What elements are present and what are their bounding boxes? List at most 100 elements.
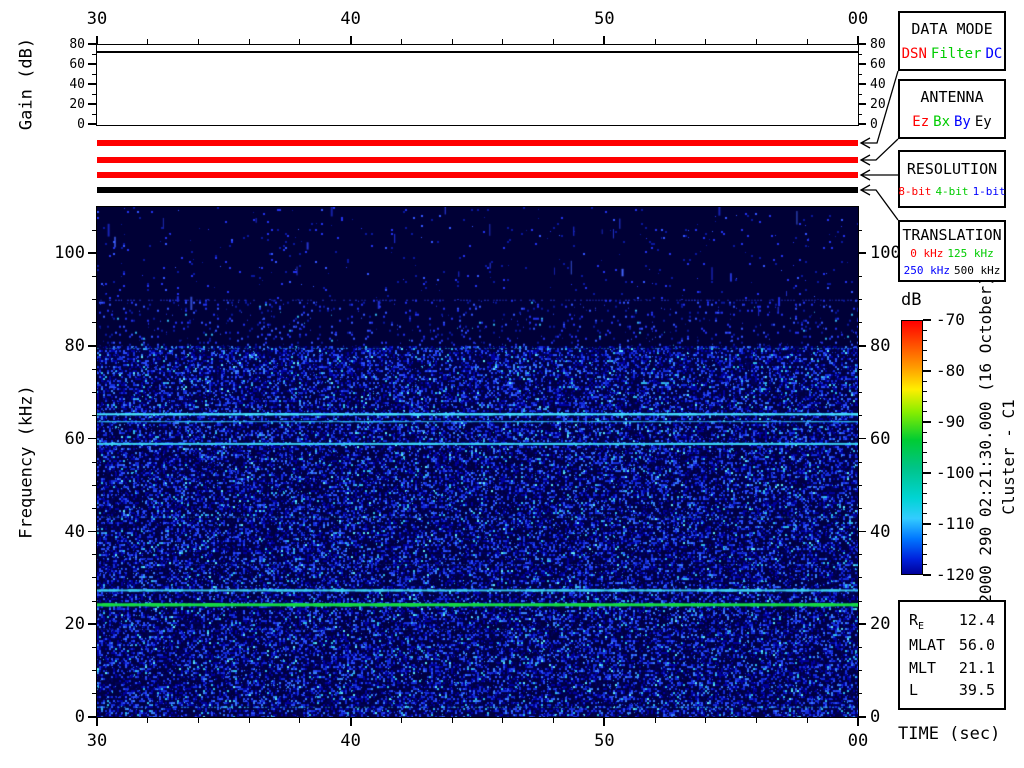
gain-left-major-tick bbox=[88, 123, 96, 125]
mode-option-ey: Ey bbox=[974, 113, 992, 130]
top-axis-minor-tick bbox=[553, 39, 555, 44]
gain-left-major-tick bbox=[88, 83, 96, 85]
gain-right-major-tick bbox=[858, 63, 866, 65]
freq-left-minor-tick bbox=[92, 391, 96, 393]
gain-right-minor-tick bbox=[858, 73, 862, 75]
gain-right-minor-tick bbox=[858, 53, 862, 55]
gain-left-tick-label: 20 bbox=[69, 97, 85, 112]
gain-left-major-tick bbox=[88, 43, 96, 45]
top-axis-minor-tick bbox=[248, 39, 250, 44]
mode-box-title: TRANSLATION bbox=[902, 225, 1002, 244]
colorbar-major-tick bbox=[923, 421, 931, 423]
mode-option-500-khz: 500 kHz bbox=[954, 263, 1001, 277]
freq-right-major-tick bbox=[858, 716, 866, 718]
top-axis-minor-tick bbox=[147, 39, 149, 44]
freq-right-minor-tick bbox=[858, 229, 862, 231]
mode-option-bx: Bx bbox=[933, 113, 950, 130]
ephemeris-label: MLT bbox=[909, 658, 937, 677]
mode-box-resolution: RESOLUTION 8-bit 4-bit 1-bit bbox=[898, 150, 1006, 208]
freq-right-minor-tick bbox=[858, 391, 862, 393]
mode-box-title: DATA MODE bbox=[911, 20, 993, 39]
freq-left-minor-tick bbox=[92, 484, 96, 486]
ephemeris-value: 56.0 bbox=[958, 636, 995, 655]
colorbar-minor-tick bbox=[923, 350, 927, 352]
freq-left-minor-tick bbox=[92, 415, 96, 417]
colorbar-minor-tick bbox=[923, 329, 927, 331]
ephemeris-row: RE 12.4 bbox=[909, 611, 995, 632]
freq-left-major-tick bbox=[88, 716, 96, 718]
gain-right-major-tick bbox=[858, 123, 866, 125]
freq-left-minor-tick bbox=[92, 577, 96, 579]
top-axis-major-tick bbox=[603, 36, 606, 44]
gain-right-major-tick bbox=[858, 83, 866, 85]
time-axis-minor-tick bbox=[806, 718, 808, 723]
freq-left-minor-tick bbox=[92, 693, 96, 695]
spectrogram-canvas bbox=[97, 207, 858, 717]
colorbar-minor-tick bbox=[923, 360, 927, 362]
data-mode-bar bbox=[97, 140, 858, 146]
time-axis-tick-label: 30 bbox=[86, 731, 108, 751]
freq-right-minor-tick bbox=[858, 368, 862, 370]
mode-option-0-khz: 0 kHz bbox=[910, 247, 944, 260]
top-axis-minor-tick bbox=[400, 39, 402, 44]
freq-right-tick-label: 40 bbox=[870, 521, 891, 542]
freq-left-tick-label: 20 bbox=[64, 614, 85, 635]
freq-right-minor-tick bbox=[858, 484, 862, 486]
freq-right-tick-label: 0 bbox=[870, 707, 881, 727]
ephemeris-row: MLAT 56.0 bbox=[909, 636, 995, 654]
freq-left-minor-tick bbox=[92, 322, 96, 324]
mode-option-1-bit: 1-bit bbox=[972, 185, 1006, 199]
freq-right-minor-tick bbox=[858, 461, 862, 463]
colorbar-minor-tick bbox=[923, 492, 927, 494]
mode-option-ez: Ez bbox=[912, 113, 930, 130]
colorbar-tick-label: -90 bbox=[936, 412, 965, 431]
freq-left-major-tick bbox=[88, 530, 96, 533]
gain-left-minor-tick bbox=[92, 73, 96, 75]
time-axis-major-tick bbox=[349, 718, 352, 726]
mode-box-antenna: ANTENNA Ez Bx By Ey bbox=[898, 79, 1006, 139]
top-axis-tick-label: 40 bbox=[340, 9, 361, 29]
time-axis-minor-tick bbox=[197, 718, 199, 723]
colorbar-minor-tick bbox=[923, 482, 927, 484]
colorbar-major-tick bbox=[923, 523, 931, 525]
colorbar-minor-tick bbox=[923, 401, 927, 403]
freq-left-major-tick bbox=[88, 437, 96, 440]
colorbar-major-tick bbox=[923, 319, 931, 321]
time-axis-minor-tick bbox=[654, 718, 656, 723]
time-axis-minor-tick bbox=[502, 718, 504, 723]
gain-left-minor-tick bbox=[92, 93, 96, 95]
timestamp-label: 2000 290 02:21:30.000 (16 October) bbox=[976, 276, 995, 604]
freq-right-major-tick bbox=[858, 252, 866, 254]
colorbar-tick-label: -120 bbox=[936, 565, 975, 584]
mode-box-options: 0 kHz 125 kHz bbox=[910, 247, 993, 260]
freq-right-minor-tick bbox=[858, 554, 862, 556]
time-axis-major-tick bbox=[857, 718, 859, 726]
gain-axis-label: Gain (dB) bbox=[16, 37, 37, 131]
colorbar-minor-tick bbox=[923, 513, 927, 515]
wbd-summary-plot: Gain (dB) Frequency (kHz) dB 2000 290 02… bbox=[0, 0, 1024, 768]
freq-right-tick-label: 80 bbox=[870, 336, 891, 357]
gain-left-tick-label: 0 bbox=[77, 117, 85, 132]
time-axis-minor-tick bbox=[400, 718, 402, 723]
ephemeris-row: L 39.5 bbox=[909, 681, 995, 699]
top-axis-tick-label: 30 bbox=[86, 9, 108, 29]
freq-right-major-tick bbox=[858, 437, 866, 440]
ephemeris-label: L bbox=[909, 681, 919, 700]
time-axis-minor-tick bbox=[451, 718, 453, 723]
freq-right-minor-tick bbox=[858, 693, 862, 695]
gain-left-minor-tick bbox=[92, 113, 96, 115]
colorbar-minor-tick bbox=[923, 554, 927, 556]
gain-right-tick-label: 40 bbox=[870, 77, 886, 92]
gain-right-tick-label: 80 bbox=[870, 37, 886, 52]
top-axis-major-tick bbox=[349, 36, 352, 44]
ephemeris-box: RE 12.4 MLAT 56.0 MLT 21.1 L 39.5 bbox=[898, 600, 1006, 710]
freq-right-minor-tick bbox=[858, 276, 862, 278]
freq-left-major-tick bbox=[88, 623, 96, 625]
time-axis-minor-tick bbox=[756, 718, 758, 723]
time-axis-label: TIME (sec) bbox=[898, 724, 1001, 744]
mode-option-filter: Filter bbox=[930, 45, 982, 62]
time-axis-minor-tick bbox=[705, 718, 707, 723]
freq-right-tick-label: 20 bbox=[870, 614, 891, 635]
top-axis-minor-tick bbox=[299, 39, 301, 44]
top-axis-minor-tick bbox=[451, 39, 453, 44]
